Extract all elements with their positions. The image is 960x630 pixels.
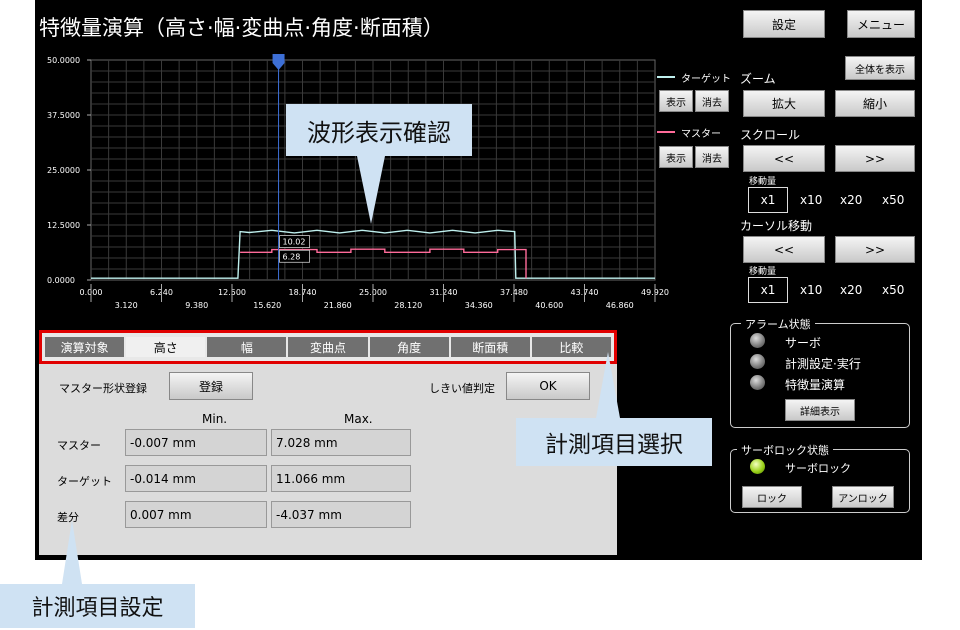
target-legend-label: ターゲット [681,74,731,85]
tab-target[interactable]: 演算対象 [45,337,125,357]
servo-lock-label: サーボロック [785,462,851,475]
scroll-right-button[interactable]: >> [835,145,915,172]
annotation-label: 10.02 [283,238,306,247]
target-row-label: ターゲット [57,475,112,488]
lock-button[interactable]: ロック [742,486,802,508]
threshold-result: OK [506,372,590,400]
max-header: Max. [344,412,373,426]
scroll-label: スクロール [740,128,801,142]
measure-alarm-label: 計測設定·実行 [785,357,861,371]
target-legend-swatch [657,76,675,78]
tab-inflection[interactable]: 変曲点 [288,337,368,357]
x-tick-label: 9.380 [185,301,208,310]
master-row-label: マスター [57,439,101,452]
servo-alarm-label: サーボ [785,336,822,350]
target-show-button[interactable]: 表示 [659,90,693,112]
tab-angle[interactable]: 角度 [369,337,449,357]
master-max-value: 7.028 mm [271,429,411,456]
scroll-step-x50[interactable]: x50 [882,193,904,207]
x-tick-label: 40.600 [535,301,563,310]
tab-section-area[interactable]: 断面積 [450,337,530,357]
waveform-chart[interactable]: 50.0000 37.5000 25.0000 12.5000 0.0000 0.000… [35,44,670,324]
master-show-button[interactable]: 表示 [659,146,693,168]
callout-waveform-tail [357,156,385,224]
servo-lock-title: サーボロック状態 [737,442,833,458]
x-tick-label: 28.120 [394,301,422,310]
diff-min-value: 0.007 mm [125,501,267,528]
annotation-label: 6.28 [283,252,301,261]
page-title: 特徴量演算（高さ·幅·変曲点·角度·断面積） [39,16,444,40]
callout-item-select-tail [596,352,620,418]
measure-alarm-led-icon [750,354,765,369]
y-tick-label: 37.5000 [47,111,80,120]
y-tick-label: 25.0000 [47,166,80,175]
scroll-step-label: 移動量 [749,177,777,187]
master-min-value: -0.007 mm [125,429,267,456]
zoom-in-button[interactable]: 拡大 [743,90,825,117]
alarm-detail-button[interactable]: 詳細表示 [785,399,855,421]
x-tick-label: 34.360 [465,301,493,310]
callout-item-setting-tail [62,520,82,584]
zoom-label: ズーム [740,72,776,86]
scroll-step-x1[interactable]: x1 [748,187,788,213]
x-tick-label: 15.620 [253,301,281,310]
cursor-left-button[interactable]: << [743,236,825,263]
show-all-button[interactable]: 全体を表示 [845,56,915,80]
scroll-left-button[interactable]: << [743,145,825,172]
alarm-status-title: アラーム状態 [741,316,815,332]
unlock-button[interactable]: アンロック [832,486,894,508]
settings-button[interactable]: 設定 [743,10,825,38]
register-button[interactable]: 登録 [169,372,253,400]
master-hide-button[interactable]: 消去 [695,146,729,168]
y-tick-label: 12.5000 [47,221,80,230]
measurement-tab-bar: 演算対象 高さ 幅 変曲点 角度 断面積 比較 [39,330,617,364]
target-max-value: 11.066 mm [271,465,411,492]
threshold-label: しきい値判定 [429,382,495,395]
diff-max-value: -4.037 mm [271,501,411,528]
target-hide-button[interactable]: 消去 [695,90,729,112]
zoom-out-button[interactable]: 縮小 [835,90,915,117]
cursor-right-button[interactable]: >> [835,236,915,263]
cursor-step-x10[interactable]: x10 [800,283,822,297]
tab-height[interactable]: 高さ [126,337,206,357]
target-min-value: -0.014 mm [125,465,267,492]
scroll-step-x20[interactable]: x20 [840,193,862,207]
x-tick-label: 46.860 [606,301,634,310]
tab-width[interactable]: 幅 [207,337,287,357]
cursor-step-x50[interactable]: x50 [882,283,904,297]
cursor-move-label: カーソル移動 [740,219,813,233]
cursor-handle-icon [272,54,285,70]
y-tick-labels: 50.0000 37.5000 25.0000 12.5000 0.0000 [47,56,91,285]
cursor-step-x20[interactable]: x20 [840,283,862,297]
callout-item-select: 計測項目選択 [516,418,712,466]
app-window: 特徴量演算（高さ·幅·変曲点·角度·断面積） 設定 メニュー 50.0000 37… [35,0,922,560]
master-register-label: マスター形状登録 [59,382,147,395]
y-tick-label: 0.0000 [47,276,75,285]
y-tick-label: 50.0000 [47,56,80,65]
feature-alarm-led-icon [750,375,765,390]
x-tick-label: 3.120 [115,301,138,310]
scroll-step-x10[interactable]: x10 [800,193,822,207]
x-tick-labels: 0.000 6.240 12.500 18.740 25.000 31.240 37.480… [80,284,669,310]
min-header: Min. [202,412,228,426]
servo-alarm-led-icon [750,333,765,348]
master-legend-swatch [657,131,675,133]
cursor-step-label: 移動量 [749,267,777,277]
master-legend-label: マスター [681,129,721,140]
screenshot-stage: 特徴量演算（高さ·幅·変曲点·角度·断面積） 設定 メニュー 50.0000 37… [0,0,960,630]
menu-button[interactable]: メニュー [847,10,915,38]
cursor-step-x1[interactable]: x1 [748,277,788,303]
callout-waveform: 波形表示確認 [286,104,472,156]
servo-lock-led-icon [750,459,765,474]
x-tick-label: 21.860 [324,301,352,310]
callout-item-setting: 計測項目設定 [0,584,195,628]
feature-alarm-label: 特徴量演算 [785,378,846,392]
